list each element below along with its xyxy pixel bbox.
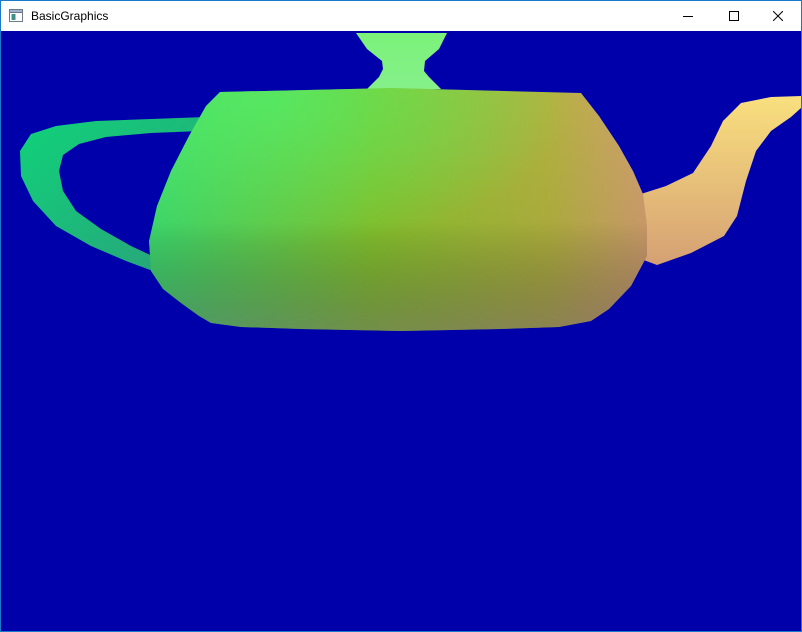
app-window-icon [9,9,23,22]
window-title: BasicGraphics [31,9,109,23]
teapot-body-highlight [149,88,647,331]
minimize-button[interactable] [665,1,711,31]
close-icon [773,11,783,21]
application-window: BasicGraphics [0,0,802,632]
maximize-icon [729,11,739,21]
close-button[interactable] [755,1,801,31]
minimize-icon [683,16,693,17]
render-canvas [1,31,801,631]
title-bar[interactable]: BasicGraphics [1,1,801,31]
render-viewport[interactable] [1,31,801,631]
maximize-button[interactable] [711,1,757,31]
